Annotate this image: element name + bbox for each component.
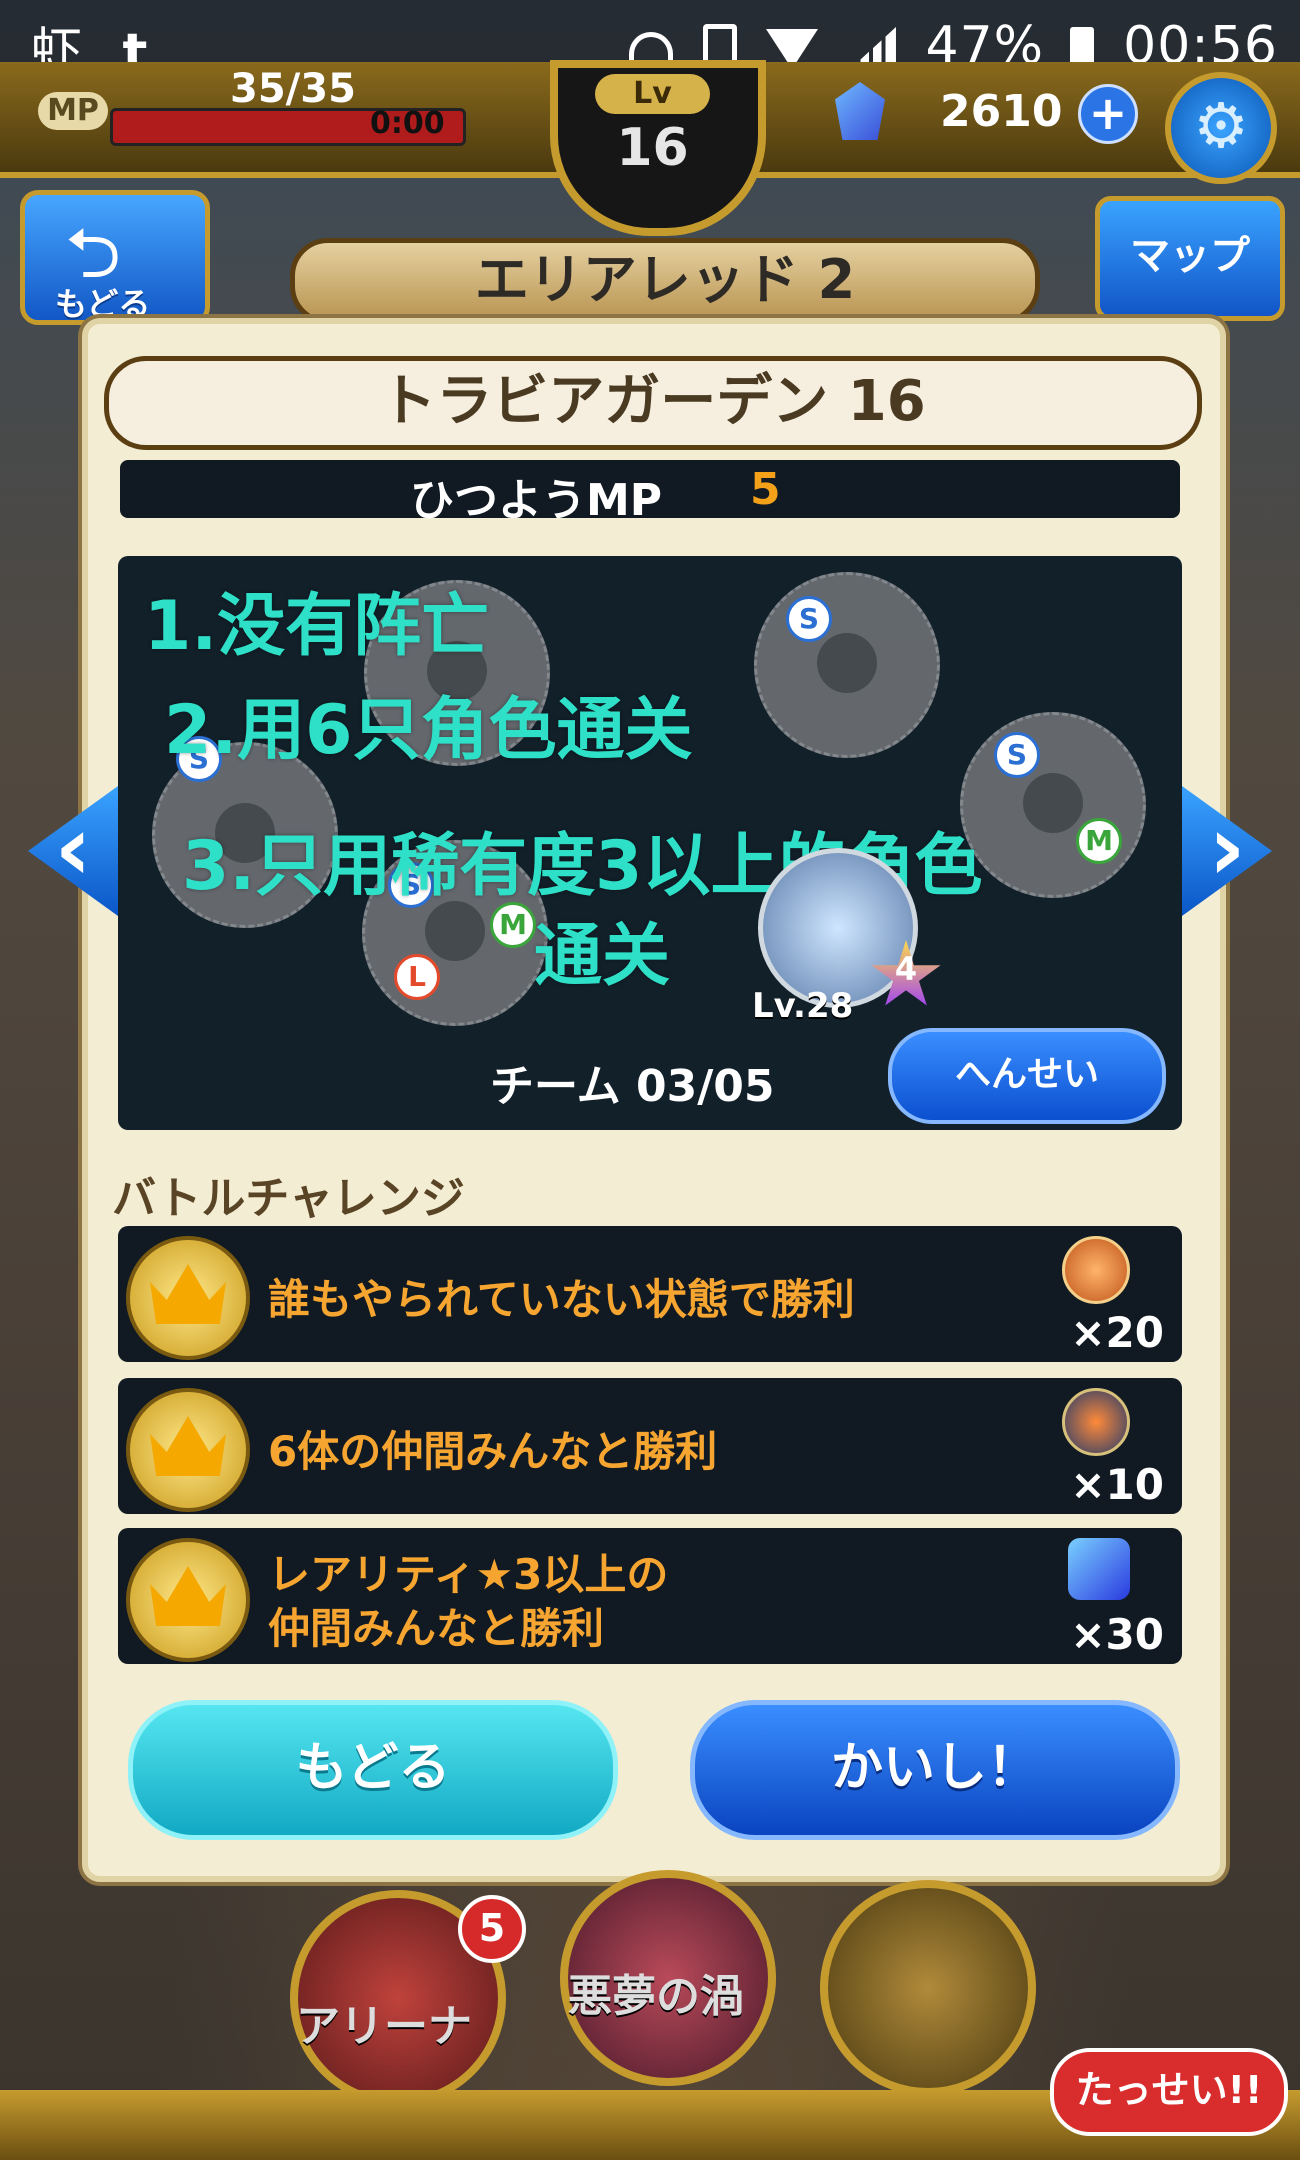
arena-label: アリーナ	[296, 2001, 472, 2052]
header-back-button[interactable]: ⮌ もどる	[20, 190, 210, 325]
annotation-line-3b: 通关	[534, 917, 671, 996]
skull-icon	[425, 901, 485, 961]
mp-label: MP	[38, 92, 108, 130]
skull-icon	[1023, 773, 1083, 833]
add-gems-button[interactable]: +	[1078, 84, 1138, 144]
area-name-banner: エリアレッド 2	[290, 238, 1040, 324]
annotation-line-1: 1.没有阵亡	[144, 587, 490, 666]
challenge-heading: バトルチャレンジ	[112, 1173, 465, 1224]
challenge-row: レアリティ★3以上の 仲間みんなと勝利 ×30	[118, 1528, 1182, 1664]
locked-nav-button[interactable]	[820, 1880, 1036, 2096]
level-value: 16	[616, 118, 689, 178]
arena-notification-badge: 5	[458, 1895, 526, 1963]
mp-requirement-label: ひつようMP	[410, 475, 663, 526]
level-label: Lv	[595, 74, 710, 114]
start-button[interactable]: かいし！	[690, 1700, 1180, 1840]
next-stage-arrow[interactable]: ›	[1182, 786, 1272, 916]
reward-count: ×30	[1070, 1610, 1164, 1659]
slot-badge: S	[994, 732, 1040, 778]
nightmare-label: 悪夢の渦	[568, 1971, 744, 2022]
slot-badge: S	[786, 596, 832, 642]
party-slot[interactable]	[960, 712, 1146, 898]
gem-count: 2610	[940, 86, 1063, 137]
slot-badge: L	[394, 954, 440, 1000]
achievement-badge[interactable]: たっせい!!	[1050, 2048, 1288, 2136]
map-button[interactable]: マップ	[1095, 196, 1285, 321]
crown-icon	[126, 1538, 250, 1662]
crown-icon	[126, 1388, 250, 1512]
mp-requirement: ひつようMP 5	[120, 460, 1180, 526]
mp-timer: 0:00	[370, 106, 445, 141]
skull-icon	[817, 633, 877, 693]
mp-value: 35/35	[230, 66, 356, 112]
challenge-text: レアリティ★3以上の 仲間みんなと勝利	[268, 1548, 668, 1656]
mp-requirement-value: 5	[750, 464, 781, 515]
party-slot[interactable]	[754, 572, 940, 758]
challenge-text: 6体の仲間みんなと勝利	[268, 1427, 718, 1476]
challenge-text-line-2: 仲間みんなと勝利	[268, 1604, 605, 1653]
stage-title: トラビアガーデン 16	[104, 356, 1202, 450]
hero-level: Lv.28	[752, 986, 854, 1026]
edit-team-button[interactable]: へんせい	[888, 1028, 1166, 1124]
challenge-text-line-1: レアリティ★3以上の	[268, 1550, 669, 1599]
reward-count: ×10	[1070, 1460, 1164, 1509]
team-count: チーム 03/05	[490, 1061, 775, 1112]
turtle-medal-icon	[1062, 1236, 1130, 1304]
challenge-row: 6体の仲間みんなと勝利 ×10	[118, 1378, 1182, 1514]
settings-gear-icon[interactable]: ⚙	[1165, 72, 1277, 184]
back-button[interactable]: もどる	[128, 1700, 618, 1840]
gem-icon	[1068, 1538, 1130, 1600]
challenge-text: 誰もやられていない状態で勝利	[268, 1275, 855, 1324]
annotation-line-2: 2.用6只角色通关	[164, 691, 693, 770]
hero-rank: 4	[894, 950, 918, 988]
slot-badge: M	[1076, 818, 1122, 864]
crown-icon	[126, 1236, 250, 1360]
challenge-row: 誰もやられていない状態で勝利 ×20	[118, 1226, 1182, 1362]
reward-count: ×20	[1070, 1308, 1164, 1357]
star-medal-icon	[1062, 1388, 1130, 1456]
previous-stage-arrow[interactable]: ‹	[28, 786, 118, 916]
